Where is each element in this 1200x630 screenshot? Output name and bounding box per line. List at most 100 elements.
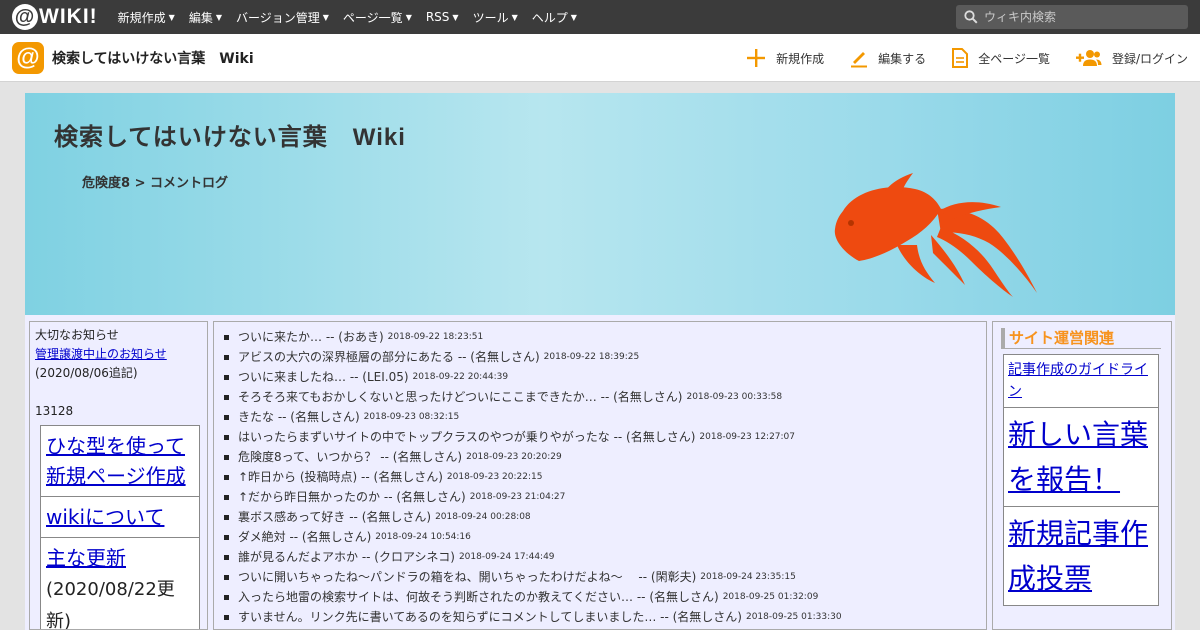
menu-edit[interactable]: 編集 ▼ [189,9,222,26]
caret-down-icon: ▼ [405,12,412,22]
caret-down-icon: ▼ [511,12,518,22]
document-icon [952,48,969,68]
comment-item: はいったらまずいサイトの中でトップクラスのやつが乗りやがったな -- (名無しさ… [224,427,986,447]
edit-button[interactable]: 編集する [850,48,926,68]
wiki-header: @ 検索してはいけない言葉 Wiki 新規作成 編集する 全ページ一覧 登録/ロ… [0,34,1200,82]
search-input[interactable] [984,10,1174,24]
add-user-icon [1075,49,1102,67]
comment-item: ダメ絶対 -- (名無しさん) 2018-09-24 10:54:16 [224,527,986,547]
atwiki-small-logo[interactable]: @ [12,41,44,74]
comment-item: 裏ボス感あって好き -- (名無しさん) 2018-09-24 00:28:08 [224,507,986,527]
comment-text: 裏ボス感あって好き -- (名無しさん) [238,510,432,524]
login-button[interactable]: 登録/ログイン [1075,49,1188,67]
caret-down-icon: ▼ [168,12,175,22]
site-admin-heading: サイト運営関連 [1001,328,1161,349]
comment-text: ついに来たか… -- (おあき) [238,330,384,344]
comment-item: ↑だから昨日無かったのか -- (名無しさん) 2018-09-23 21:04:… [224,487,986,507]
right-sidebar: サイト運営関連 記事作成のガイドライン 新しい言葉を報告！ 新規記事作成投票 [992,321,1172,630]
caret-down-icon: ▼ [322,12,329,22]
new-page-label: 新規作成 [776,51,825,66]
notice-date: (2020/08/06追記) [35,366,138,380]
comment-text: すいません。リンク先に書いてあるのを知らずにコメントしてしまいました… -- (… [238,610,742,624]
menu-pages[interactable]: ページ一覧 ▼ [343,9,412,26]
menu-version-label: バージョン管理 [236,10,320,25]
all-pages-button[interactable]: 全ページ一覧 [952,48,1050,68]
comment-timestamp: 2018-09-23 12:27:07 [699,432,796,442]
bullet-icon [224,454,229,460]
menu-help[interactable]: ヘルプ ▼ [532,9,577,26]
bullet-icon [224,494,229,500]
edit-label: 編集する [878,51,927,66]
comment-item: 危険度8って、いつから？ -- (名無しさん) 2018-09-23 20:20:… [224,447,986,467]
goldfish-logo [834,173,1037,297]
comment-text: アビスの大穴の深界極層の部分にあたる -- (名無しさん) [238,350,540,364]
caret-down-icon: ▼ [452,12,459,22]
all-pages-label: 全ページ一覧 [978,51,1050,66]
guideline-link[interactable]: 記事作成のガイドライン [1008,362,1148,400]
bullet-icon [224,514,229,520]
comment-text: ↑だから昨日無かったのか -- (名無しさん) [238,490,466,504]
comment-item: ついに来たか… -- (おあき) 2018-09-22 18:23:51 [224,327,986,347]
header-actions: 新規作成 編集する 全ページ一覧 登録/ログイン [720,34,1188,82]
page-body: 検索してはいけない言葉 Wiki 危険度8 > コメントログ 大切なお知らせ 管… [25,93,1175,630]
new-article-vote-link[interactable]: 新規記事作成投票 [1008,517,1148,595]
comment-timestamp: 2018-09-22 20:44:39 [412,372,509,382]
comment-text: そろそろ来てもおかしくないと思ったけどついにここまできたか… -- (名無しさん… [238,390,683,404]
comment-list: ついに来たか… -- (おあき) 2018-09-22 18:23:51 アビスの大… [214,322,986,627]
comment-text: 危険度8って、いつから？ -- (名無しさん) [238,450,463,464]
comment-timestamp: 2018-09-25 01:33:30 [745,612,842,622]
comment-timestamp: 2018-09-23 21:04:27 [469,492,566,502]
caret-down-icon: ▼ [215,12,222,22]
menu-rss-label: RSS [425,10,450,24]
comment-text: ダメ絶対 -- (名無しさん) [238,530,372,544]
updates-note: (2020/08/22更新) [46,579,175,630]
comment-text: きたな -- (名無しさん) [238,410,360,424]
comment-text: はいったらまずいサイトの中でトップクラスのやつが乗りやがったな -- (名無しさ… [238,430,696,444]
menu-new-label: 新規作成 [117,10,166,25]
menu-tools[interactable]: ツール ▼ [473,9,518,26]
comment-timestamp: 2018-09-24 00:28:08 [435,512,531,522]
menu-pages-label: ページ一覧 [342,10,403,25]
comment-timestamp: 2018-09-22 18:23:51 [387,332,484,342]
comment-log: ついに来たか… -- (おあき) 2018-09-22 18:23:51 アビスの大… [213,321,987,630]
main-updates-link[interactable]: 主な更新 [46,546,126,570]
new-page-button[interactable]: 新規作成 [746,48,824,68]
menu-version[interactable]: バージョン管理 ▼ [236,9,329,26]
bullet-icon [224,534,229,540]
top-navbar: @ WIKI! 新規作成 ▼ 編集 ▼ バージョン管理 ▼ ページ一覧 ▼ RSS ▼ ツ… [0,0,1200,34]
visitor-counter: 13128 [35,404,74,418]
comment-timestamp: 2018-09-22 18:39:25 [543,352,640,362]
pencil-icon [850,48,868,68]
menu-new[interactable]: 新規作成 ▼ [118,9,175,26]
bullet-icon [224,554,229,560]
menu-rss[interactable]: RSS ▼ [426,9,459,26]
at-mark-icon: @ [12,4,38,30]
notice-link[interactable]: 管理譲渡中止のお知らせ [35,347,167,361]
comment-timestamp: 2018-09-24 10:54:16 [375,532,471,542]
bullet-icon [224,474,229,480]
comment-item: ↑昨日から (投稿時点) -- (名無しさん) 2018-09-23 20:22:… [224,467,986,487]
comment-text: 誰が見るんだよアホか -- (クロアシネコ) [238,550,455,564]
left-menu-box: ひな型を使って新規ページ作成 wikiについて 主な更新 (2020/08/22更… [40,425,200,630]
comment-item: ついに来ましたね… -- (LEI.05) 2018-09-22 20:44:39 [224,367,986,387]
bullet-icon [224,334,229,340]
comment-text: 入ったら地雷の検索サイトは、何故そう判断されたのか教えてください… -- (名無… [238,590,719,604]
menu-tools-label: ツール [472,10,509,25]
right-menu-box: 記事作成のガイドライン 新しい言葉を報告！ 新規記事作成投票 [1003,354,1159,606]
report-new-word-link[interactable]: 新しい言葉を報告！ [1008,418,1148,496]
notice-heading: 大切なお知らせ [35,328,119,342]
top-menu: 新規作成 ▼ 編集 ▼ バージョン管理 ▼ ページ一覧 ▼ RSS ▼ ツール ▼ ヘルプ ▼ [118,9,591,26]
comment-timestamp: 2018-09-23 20:20:29 [466,452,562,462]
bullet-icon [224,434,229,440]
bullet-icon [224,574,229,580]
comment-item: ついに開いちゃったね～パンドラの箱をね、開いちゃったわけだよね～ -- (閑彰夫… [224,567,986,587]
menu-help-label: ヘルプ [531,10,568,25]
wiki-search [956,5,1188,29]
template-new-page-link[interactable]: ひな型を使って新規ページ作成 [46,434,186,488]
about-wiki-link[interactable]: wikiについて [46,505,164,529]
banner-title[interactable]: 検索してはいけない言葉 Wiki [54,117,406,152]
plus-icon [746,48,766,68]
wiki-banner: 検索してはいけない言葉 Wiki 危険度8 > コメントログ [25,93,1175,315]
wiki-name[interactable]: 検索してはいけない言葉 Wiki [52,48,254,68]
atwiki-logo[interactable]: @ WIKI! [12,4,98,30]
